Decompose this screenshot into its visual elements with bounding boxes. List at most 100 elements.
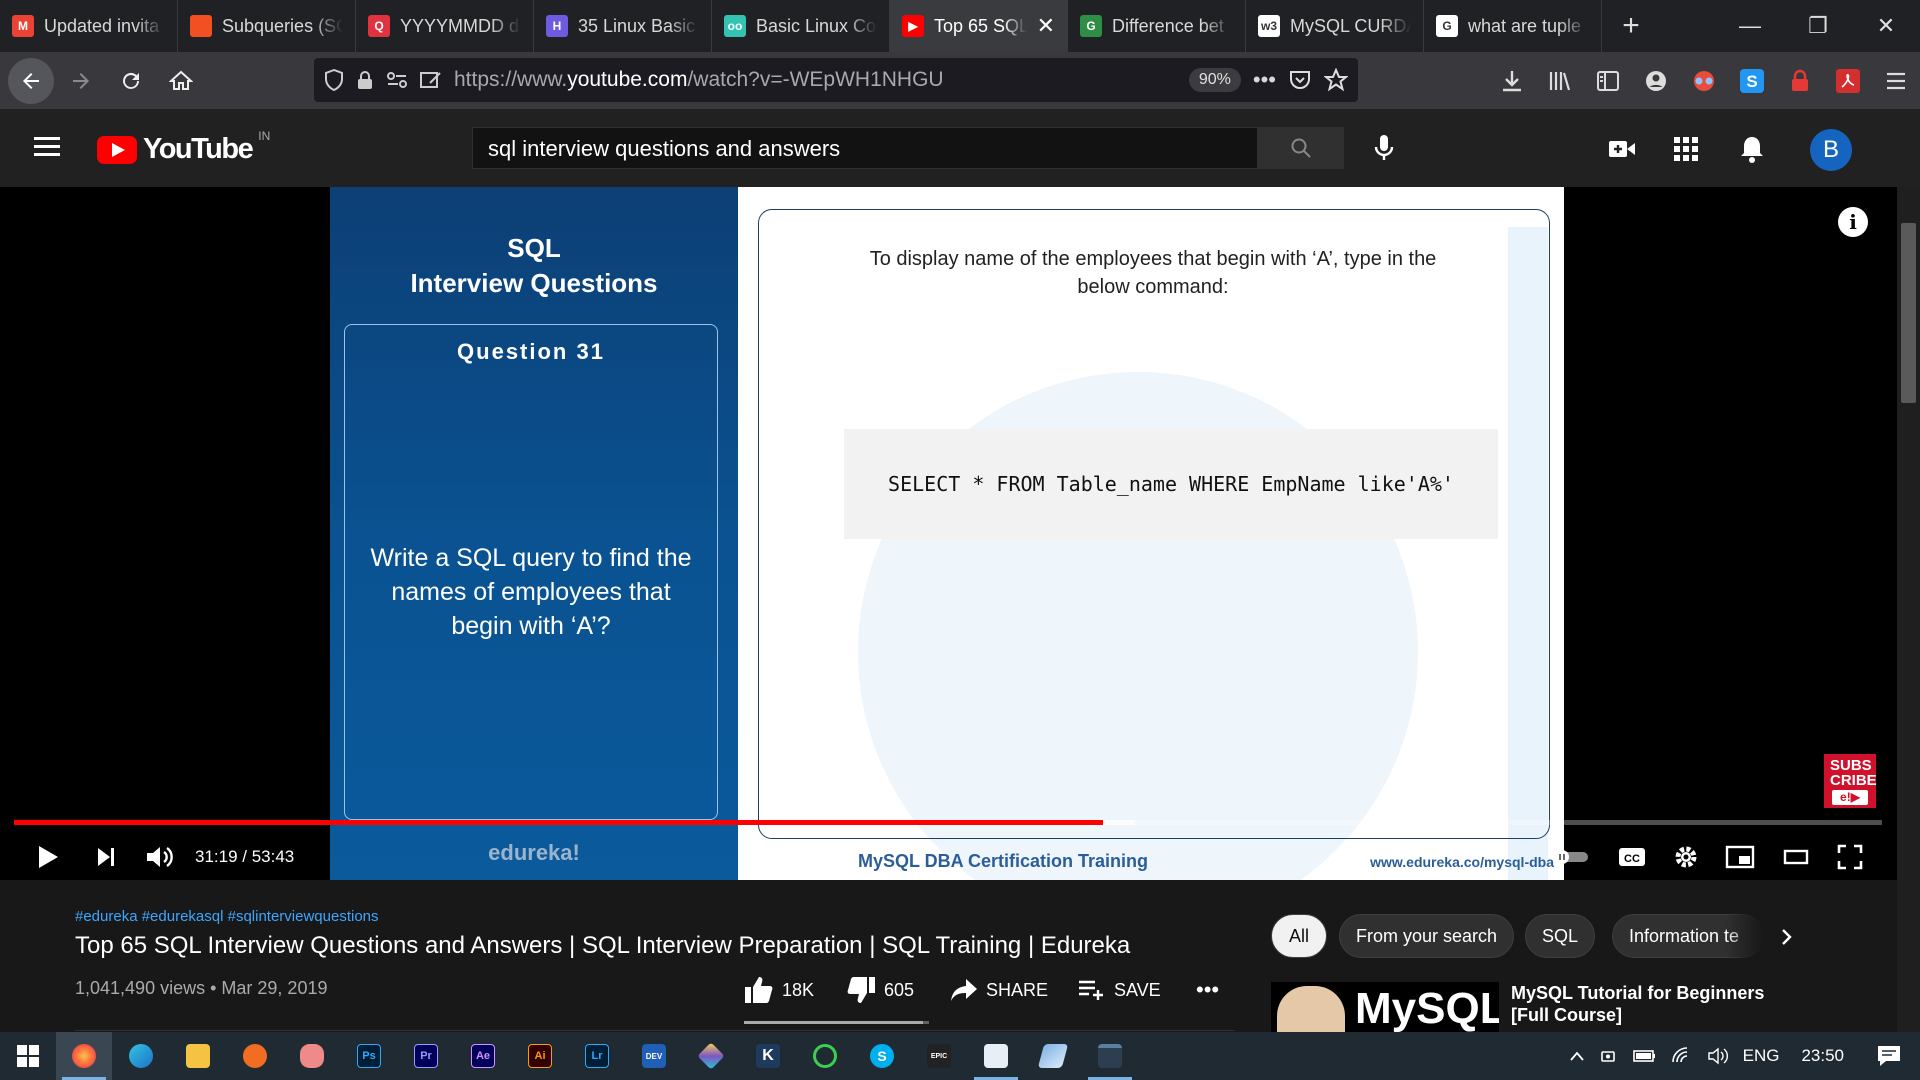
close-window-button[interactable]: ✕: [1852, 0, 1920, 52]
progress-bar[interactable]: [14, 820, 1882, 825]
new-tab-button[interactable]: +: [1602, 0, 1660, 52]
page-actions-icon[interactable]: •••: [1253, 67, 1276, 93]
chip-from-your-search[interactable]: From your search: [1339, 914, 1515, 958]
lock-icon[interactable]: [356, 70, 374, 90]
minimize-button[interactable]: —: [1716, 0, 1784, 52]
taskbar-document[interactable]: [968, 1032, 1024, 1080]
recommended-video-title[interactable]: MySQL Tutorial for Beginners [Full Cours…: [1511, 982, 1801, 1026]
taskbar-app-ring[interactable]: [797, 1032, 853, 1080]
video-hashtags[interactable]: #edureka #edurekasql #sqlinterviewquesti…: [75, 908, 379, 925]
address-bar[interactable]: https://www.youtube.com/watch?v=-WEpWH1N…: [314, 58, 1358, 102]
taskbar-firefox[interactable]: [56, 1032, 112, 1080]
subscribe-watermark[interactable]: SUBS CRIBE e!▶: [1824, 754, 1877, 808]
zoom-level-badge[interactable]: 90%: [1188, 68, 1241, 92]
menu-icon[interactable]: [1872, 71, 1920, 91]
scrollbar-thumb[interactable]: [1901, 223, 1916, 403]
chip-sql[interactable]: SQL: [1525, 914, 1596, 958]
browser-tab[interactable]: G Difference bet: [1068, 0, 1246, 52]
account-icon[interactable]: [1632, 69, 1680, 93]
taskbar-file-explorer[interactable]: [170, 1032, 226, 1080]
battery-icon[interactable]: [1632, 1048, 1657, 1064]
video-player[interactable]: SQL Interview Questions Question 31 Writ…: [0, 187, 1897, 880]
bookmark-star-icon[interactable]: [1324, 68, 1348, 92]
apps-grid-icon[interactable]: [1668, 131, 1704, 167]
taskbar-app-cube[interactable]: [683, 1032, 739, 1080]
browser-tab[interactable]: Subqueries (SQ: [178, 0, 356, 52]
browser-tab[interactable]: oo Basic Linux Co: [712, 0, 890, 52]
page-scrollbar[interactable]: [1897, 187, 1920, 1032]
permissions-icon[interactable]: [386, 70, 408, 90]
pdf-extension-icon[interactable]: [1824, 68, 1872, 93]
miniplayer-button[interactable]: [1720, 837, 1760, 877]
like-button[interactable]: 18K: [744, 976, 814, 1004]
taskbar-skype[interactable]: S: [854, 1032, 910, 1080]
search-button[interactable]: [1258, 127, 1344, 169]
browser-tab[interactable]: H 35 Linux Basic: [534, 0, 712, 52]
edit-page-icon[interactable]: [420, 70, 442, 90]
chip-all[interactable]: All: [1271, 914, 1327, 958]
speaker-icon[interactable]: [1707, 1047, 1729, 1065]
chip-information-technology[interactable]: Information te: [1612, 914, 1764, 958]
recommended-video-thumbnail[interactable]: MySQL: [1271, 982, 1499, 1032]
play-button[interactable]: [30, 837, 66, 877]
create-video-icon[interactable]: [1604, 131, 1640, 167]
notification-center-icon[interactable]: [1876, 1044, 1902, 1068]
taskbar-after-effects[interactable]: Ae: [455, 1032, 511, 1080]
browser-tab[interactable]: w3 MySQL CURDA: [1246, 0, 1424, 52]
dislike-button[interactable]: 605: [846, 976, 914, 1004]
extension-glasses-icon[interactable]: [1680, 70, 1728, 92]
voice-search-button[interactable]: [1363, 127, 1405, 169]
browser-tab[interactable]: ▶ Top 65 SQL ✕: [890, 0, 1068, 52]
fullscreen-button[interactable]: [1830, 837, 1870, 877]
taskbar-premiere[interactable]: Pr: [398, 1032, 454, 1080]
taskbar-app-brain[interactable]: [284, 1032, 340, 1080]
volume-button[interactable]: [140, 837, 180, 877]
pocket-icon[interactable]: [1288, 69, 1312, 91]
reload-button[interactable]: [108, 58, 154, 104]
youtube-logo[interactable]: YouTube IN: [97, 129, 270, 166]
close-tab-icon[interactable]: ✕: [1037, 13, 1055, 39]
notifications-bell-icon[interactable]: [1734, 131, 1770, 167]
browser-tab[interactable]: Q YYYYMMDD d: [356, 0, 534, 52]
next-button[interactable]: [88, 837, 124, 877]
taskbar-lightroom[interactable]: Lr: [569, 1032, 625, 1080]
search-input[interactable]: sql interview questions and answers: [472, 127, 1258, 169]
taskbar-epic-games[interactable]: EPIC: [911, 1032, 967, 1080]
chevron-up-icon[interactable]: [1569, 1050, 1585, 1062]
account-avatar[interactable]: B: [1810, 129, 1852, 171]
restore-button[interactable]: ❐: [1784, 0, 1852, 52]
browser-tab[interactable]: M Updated invita: [0, 0, 178, 52]
browser-tab[interactable]: Gwhat are tuple: [1424, 0, 1602, 52]
taskbar-mysql-workbench[interactable]: [1082, 1032, 1138, 1080]
back-button[interactable]: [8, 57, 54, 104]
taskbar-app-pen[interactable]: [1025, 1032, 1081, 1080]
autoplay-toggle[interactable]: [1552, 837, 1592, 877]
guide-menu-icon[interactable]: [34, 137, 60, 157]
save-button[interactable]: SAVE: [1078, 976, 1161, 1004]
chips-next-button[interactable]: [1770, 922, 1804, 952]
taskbar-dev-app[interactable]: DEV: [626, 1032, 682, 1080]
taskbar-illustrator[interactable]: Ai: [512, 1032, 568, 1080]
library-icon[interactable]: [1536, 70, 1584, 92]
settings-button[interactable]: [1666, 837, 1706, 877]
extension-lock-icon[interactable]: [1776, 69, 1824, 93]
forward-button[interactable]: [58, 58, 104, 104]
extension-s-icon[interactable]: S: [1728, 68, 1776, 93]
taskbar-photoshop[interactable]: Ps: [341, 1032, 397, 1080]
captions-button[interactable]: CC: [1612, 837, 1652, 877]
share-button[interactable]: SHARE: [950, 976, 1048, 1004]
taskbar-app-orange[interactable]: [227, 1032, 283, 1080]
theater-mode-button[interactable]: [1776, 837, 1816, 877]
camera-tray-icon[interactable]: [1599, 1046, 1619, 1066]
home-button[interactable]: [158, 58, 204, 104]
info-card-icon[interactable]: i: [1838, 207, 1868, 237]
sidebar-icon[interactable]: [1584, 70, 1632, 92]
language-indicator[interactable]: ENG: [1743, 1046, 1780, 1066]
shield-icon[interactable]: [324, 69, 344, 91]
clock[interactable]: 23:50: [1801, 1046, 1844, 1066]
start-button[interactable]: [0, 1032, 56, 1080]
taskbar-edge[interactable]: [113, 1032, 169, 1080]
more-actions-icon[interactable]: •••: [1196, 976, 1219, 1004]
taskbar-app-k[interactable]: K: [740, 1032, 796, 1080]
wifi-icon[interactable]: [1671, 1047, 1693, 1065]
